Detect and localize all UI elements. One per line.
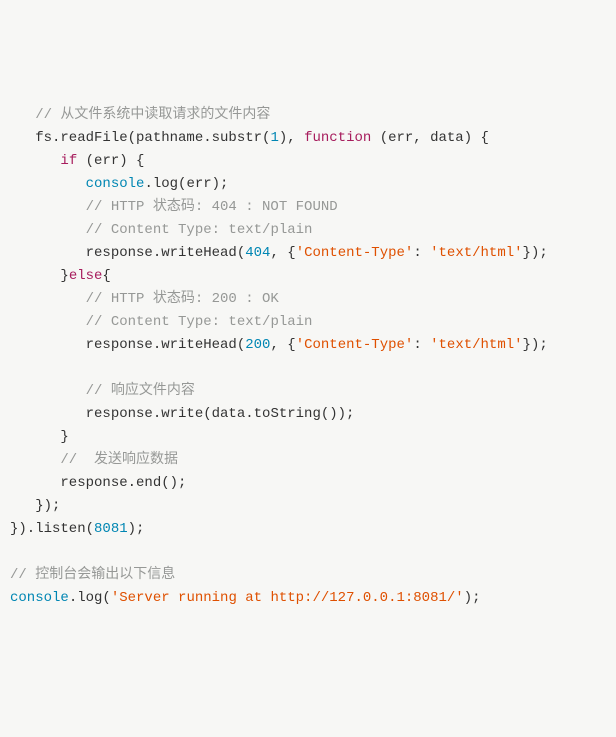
code-line: console.log(err); (10, 176, 228, 192)
code-line: if (err) { (10, 153, 144, 169)
comment: // Content Type: text/plain (10, 222, 312, 238)
code-line: }); (10, 498, 60, 514)
code-line: console.log('Server running at http://12… (10, 590, 481, 606)
code-line: fs.readFile(pathname.substr(1), function… (10, 130, 489, 146)
code-line: response.end(); (10, 475, 186, 491)
comment: // Content Type: text/plain (10, 314, 312, 330)
code-line: }).listen(8081); (10, 521, 144, 537)
code-line: response.write(data.toString()); (10, 406, 354, 422)
code-line: // 响应文件内容 (10, 383, 195, 399)
code-line (10, 544, 18, 560)
comment: // HTTP 状态码: 404 : NOT FOUND (10, 199, 338, 215)
code-line: // 发送响应数据 (10, 452, 178, 468)
code-line: // 控制台会输出以下信息 (10, 567, 175, 583)
code-line (10, 360, 18, 376)
comment: // 发送响应数据 (10, 452, 178, 468)
comment: // 从文件系统中读取请求的文件内容 (35, 107, 270, 123)
code-block: // 从文件系统中读取请求的文件内容 fs.readFile(pathname.… (10, 104, 606, 610)
code-line: // HTTP 状态码: 200 : OK (10, 291, 279, 307)
comment: // HTTP 状态码: 200 : OK (10, 291, 279, 307)
comment: // 响应文件内容 (10, 383, 195, 399)
comment: // 控制台会输出以下信息 (10, 567, 175, 583)
code-line: } (10, 429, 69, 445)
code-line: }else{ (10, 268, 111, 284)
code-line: response.writeHead(200, {'Content-Type':… (10, 337, 548, 353)
code-line: response.writeHead(404, {'Content-Type':… (10, 245, 548, 261)
code-line: // 从文件系统中读取请求的文件内容 (10, 107, 270, 123)
code-line: // HTTP 状态码: 404 : NOT FOUND (10, 199, 338, 215)
code-line: // Content Type: text/plain (10, 222, 312, 238)
code-line: // Content Type: text/plain (10, 314, 312, 330)
